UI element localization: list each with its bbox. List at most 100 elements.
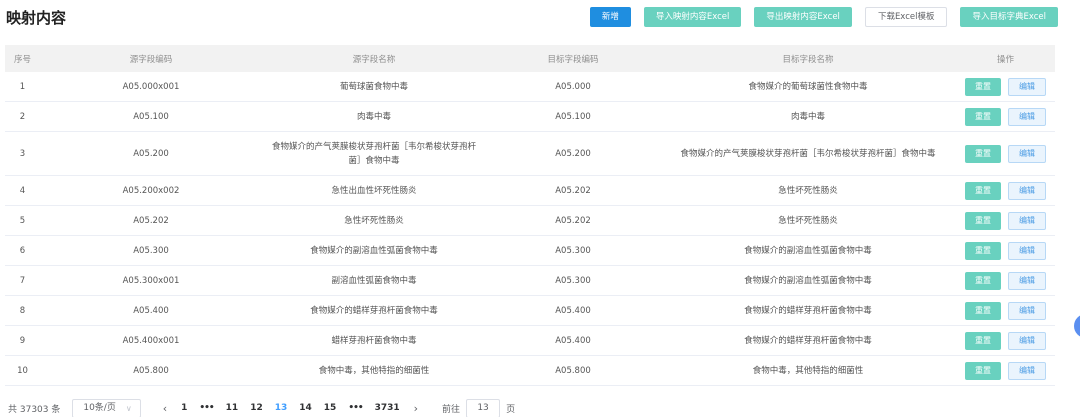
edit-button[interactable]: 编辑 <box>1008 361 1046 380</box>
target-name-cell: 食物媒介的产气荚膜梭状芽孢杆菌［韦尔希梭状芽孢杆菌］食物中毒 <box>680 148 936 159</box>
reset-button[interactable]: 重置 <box>965 107 1001 126</box>
edit-button[interactable]: 编辑 <box>1008 301 1046 320</box>
source-name-cell: 食物媒介的副溶血性弧菌食物中毒 <box>310 245 438 256</box>
source-name-cell: 食物媒介的产气荚膜梭状芽孢杆菌［韦尔希梭状芽孢杆菌］食物中毒 <box>271 141 476 166</box>
table-row: 1 A05.000x001 葡萄球菌食物中毒 A05.000 食物媒介的葡萄球菌性食物中… <box>5 72 1055 102</box>
reset-button[interactable]: 重置 <box>965 271 1001 290</box>
page-number-last[interactable]: 3731 <box>369 403 406 413</box>
source-name-cell: 肉毒中毒 <box>356 111 391 122</box>
header-index: 序号 <box>13 54 31 65</box>
source-name-cell: 副溶血性弧菌食物中毒 <box>331 275 417 286</box>
source-code-cell: A05.300 <box>133 245 169 256</box>
reset-button[interactable]: 重置 <box>965 301 1001 320</box>
source-code-cell: A05.100 <box>133 111 169 122</box>
page-number[interactable]: 14 <box>293 403 318 413</box>
edit-button[interactable]: 编辑 <box>1008 271 1046 290</box>
target-code-cell: A05.800 <box>555 365 591 376</box>
target-name-cell: 急性坏死性肠炎 <box>778 185 838 196</box>
source-name-cell: 食物媒介的蜡样芽孢杆菌食物中毒 <box>310 305 438 316</box>
actions-cell: 重置 编辑 <box>956 144 1055 163</box>
source-name-cell: 急性出血性坏死性肠炎 <box>331 185 417 196</box>
table-body: 1 A05.000x001 葡萄球菌食物中毒 A05.000 食物媒介的葡萄球菌性食物中… <box>5 72 1055 386</box>
target-code-cell: A05.202 <box>555 185 591 196</box>
prev-page-icon[interactable]: ‹ <box>155 402 175 415</box>
target-name-cell: 急性坏死性肠炎 <box>778 215 838 226</box>
target-code-cell: A05.400 <box>555 335 591 346</box>
source-code-cell: A05.400 <box>133 305 169 316</box>
import-mapping-button[interactable]: 导入映射内容Excel <box>643 7 742 27</box>
actions-cell: 重置 编辑 <box>956 241 1055 260</box>
row-index: 1 <box>19 81 26 92</box>
reset-button[interactable]: 重置 <box>965 77 1001 96</box>
total-count: 共 37303 条 <box>8 404 61 415</box>
source-name-cell: 急性坏死性肠炎 <box>344 215 404 226</box>
actions-cell: 重置 编辑 <box>956 107 1055 126</box>
row-index: 2 <box>19 111 26 122</box>
ellipsis-next[interactable]: ••• <box>342 403 368 413</box>
goto-label: 前往 <box>442 404 461 415</box>
page-size-select[interactable]: 10条/页 ∨ <box>72 398 141 417</box>
table-row: 7 A05.300x001 副溶血性弧菌食物中毒 A05.300 食物媒介的副溶血性弧菌… <box>5 266 1055 296</box>
edit-button[interactable]: 编辑 <box>1008 181 1046 200</box>
source-name-cell: 食物中毒，其他特指的细菌性 <box>318 365 430 376</box>
header-target-name: 目标字段名称 <box>782 54 834 65</box>
ellipsis-prev[interactable]: ••• <box>193 403 219 413</box>
header-source-name: 源字段名称 <box>352 54 396 65</box>
next-page-icon[interactable]: › <box>406 402 426 415</box>
pagination: 共 37303 条 10条/页 ∨ ‹ 1 ••• 11 12 13 14 15… <box>8 398 515 417</box>
actions-cell: 重置 编辑 <box>956 77 1055 96</box>
floating-help-button[interactable] <box>1074 314 1080 338</box>
export-mapping-button[interactable]: 导出映射内容Excel <box>754 7 852 27</box>
mapping-table: 序号 源字段编码 源字段名称 目标字段编码 目标字段名称 操作 1 A05.000… <box>5 45 1055 386</box>
edit-button[interactable]: 编辑 <box>1008 331 1046 350</box>
add-button[interactable]: 新增 <box>589 7 631 27</box>
target-code-cell: A05.300 <box>555 275 591 286</box>
page-number[interactable]: 11 <box>220 403 245 413</box>
reset-button[interactable]: 重置 <box>965 241 1001 260</box>
target-code-cell: A05.000 <box>555 81 591 92</box>
target-name-cell: 食物媒介的蜡样芽孢杆菌食物中毒 <box>744 305 872 316</box>
edit-button[interactable]: 编辑 <box>1008 144 1046 163</box>
edit-button[interactable]: 编辑 <box>1008 241 1046 260</box>
target-code-cell: A05.200 <box>555 148 591 159</box>
source-code-cell: A05.200x002 <box>122 185 180 196</box>
page-number-current[interactable]: 13 <box>269 403 294 413</box>
actions-cell: 重置 编辑 <box>956 301 1055 320</box>
chevron-down-icon: ∨ <box>125 403 132 413</box>
table-header: 序号 源字段编码 源字段名称 目标字段编码 目标字段名称 操作 <box>5 45 1055 72</box>
edit-button[interactable]: 编辑 <box>1008 77 1046 96</box>
header-source-code: 源字段编码 <box>129 54 173 65</box>
source-code-cell: A05.300x001 <box>122 275 180 286</box>
page-number[interactable]: 1 <box>175 403 193 413</box>
import-dictionary-button[interactable]: 导入目标字典Excel <box>960 7 1058 27</box>
reset-button[interactable]: 重置 <box>965 331 1001 350</box>
reset-button[interactable]: 重置 <box>965 181 1001 200</box>
table-row: 8 A05.400 食物媒介的蜡样芽孢杆菌食物中毒 A05.400 食物媒介的蜡样芽孢杆… <box>5 296 1055 326</box>
row-index: 5 <box>19 215 26 226</box>
row-index: 4 <box>19 185 26 196</box>
goto-page-input[interactable]: 13 <box>466 398 501 417</box>
edit-button[interactable]: 编辑 <box>1008 211 1046 230</box>
page-number[interactable]: 15 <box>318 403 343 413</box>
target-name-cell: 食物媒介的蜡样芽孢杆菌食物中毒 <box>744 335 872 346</box>
reset-button[interactable]: 重置 <box>965 144 1001 163</box>
page-number[interactable]: 12 <box>244 403 269 413</box>
table-row: 2 A05.100 肉毒中毒 A05.100 肉毒中毒 重置 编辑 <box>5 102 1055 132</box>
reset-button[interactable]: 重置 <box>965 361 1001 380</box>
source-code-cell: A05.200 <box>133 148 169 159</box>
edit-button[interactable]: 编辑 <box>1008 107 1046 126</box>
target-code-cell: A05.400 <box>555 305 591 316</box>
target-code-cell: A05.100 <box>555 111 591 122</box>
row-index: 8 <box>19 305 26 316</box>
download-template-button[interactable]: 下载Excel模板 <box>864 7 948 27</box>
target-code-cell: A05.202 <box>555 215 591 226</box>
reset-button[interactable]: 重置 <box>965 211 1001 230</box>
actions-cell: 重置 编辑 <box>956 361 1055 380</box>
page-title: 映射内容 <box>6 9 67 27</box>
actions-cell: 重置 编辑 <box>956 211 1055 230</box>
goto-suffix: 页 <box>506 404 516 415</box>
source-name-cell: 葡萄球菌食物中毒 <box>339 81 408 92</box>
toolbar: 新增 导入映射内容Excel 导出映射内容Excel 下载Excel模板 导入目… <box>589 7 1058 27</box>
source-code-cell: A05.800 <box>133 365 169 376</box>
actions-cell: 重置 编辑 <box>956 331 1055 350</box>
